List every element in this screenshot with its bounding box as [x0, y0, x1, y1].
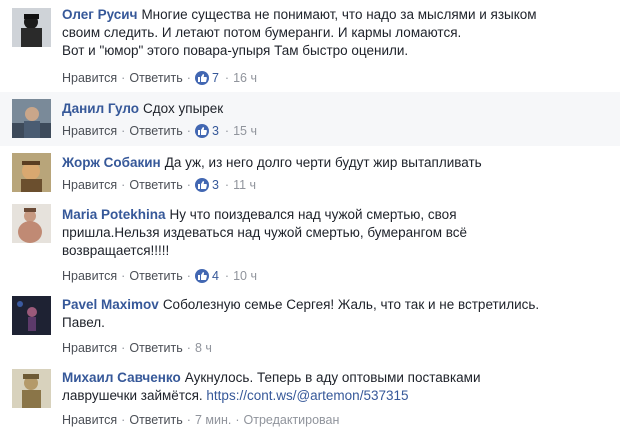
user-photo-icon [12, 153, 51, 192]
comment-text: Вот и "юмор" этого повара-упыря Там быст… [62, 43, 409, 58]
comment-author[interactable]: Pavel Maximov [62, 297, 159, 312]
edited-label[interactable]: Отредактирован [244, 413, 340, 427]
comment-text: Ну что поиздевался над чужой смертью, св… [169, 207, 457, 222]
user-photo-icon [12, 99, 51, 138]
reply-link[interactable]: Ответить [129, 269, 182, 283]
like-count[interactable]: 3 [212, 124, 219, 138]
comment: Maria Potekhina Ну что поиздевался над чу… [0, 199, 620, 289]
timestamp[interactable]: 7 мин. [195, 413, 231, 427]
like-thumb-icon [194, 71, 209, 85]
like-link[interactable]: Нравится [62, 413, 117, 427]
comment-author[interactable]: Олег Русич [62, 7, 137, 22]
like-link[interactable]: Нравится [62, 178, 117, 192]
comment-text: Соболезную семье Сергея! Жаль, что так и… [162, 297, 540, 312]
user-photo-icon [12, 369, 51, 408]
avatar[interactable] [12, 99, 51, 138]
like-count[interactable]: 7 [212, 71, 219, 85]
comment: Михаил Савченко Аукнулось. Теперь в аду о… [0, 361, 620, 433]
like-thumb-icon [194, 269, 209, 283]
like-link[interactable]: Нравится [62, 269, 117, 283]
comment: Олег Русич Многие существа не понимают, ч… [0, 0, 620, 92]
reply-link[interactable]: Ответить [129, 178, 182, 192]
comment: Жорж Собакин Да уж, из него долго черти б… [0, 146, 620, 199]
comment-text: возвращается!!!!! [62, 243, 170, 258]
reply-link[interactable]: Ответить [129, 341, 182, 355]
comment-author[interactable]: Данил Гуло [62, 101, 139, 116]
user-photo-icon [12, 8, 51, 47]
avatar[interactable] [12, 204, 51, 243]
comment-author[interactable]: Михаил Савченко [62, 370, 181, 385]
comment-text: лаврушечки займётся. [62, 388, 203, 403]
like-thumb-icon [194, 124, 209, 138]
reply-link[interactable]: Ответить [129, 124, 182, 138]
comment-author[interactable]: Maria Potekhina [62, 207, 166, 222]
comment-text: Сдох упырек [143, 101, 224, 116]
like-count[interactable]: 3 [212, 178, 219, 192]
timestamp[interactable]: 10 ч [233, 269, 257, 283]
comment-text: Да уж, из него долго черти будут жир выт… [164, 155, 482, 170]
reply-link[interactable]: Ответить [129, 71, 182, 85]
like-count[interactable]: 4 [212, 269, 219, 283]
avatar[interactable] [12, 369, 51, 408]
comment-text: Многие существа не понимают, что надо за… [141, 7, 537, 22]
like-link[interactable]: Нравится [62, 341, 117, 355]
timestamp[interactable]: 11 ч [233, 178, 256, 192]
avatar[interactable] [12, 153, 51, 192]
comment: Данил Гуло Сдох упырек Нравится · Ответит… [0, 92, 620, 146]
reply-link[interactable]: Ответить [129, 413, 182, 427]
comment: Pavel Maximov Соболезную семье Сергея! Жа… [0, 289, 620, 361]
comment-text: пришла.Нельзя издеваться над чужой смерт… [62, 225, 468, 240]
timestamp[interactable]: 15 ч [233, 124, 257, 138]
user-photo-icon [12, 204, 51, 243]
comment-link[interactable]: https://cont.ws/@artemon/537315 [206, 388, 408, 403]
avatar[interactable] [12, 8, 51, 47]
like-link[interactable]: Нравится [62, 71, 117, 85]
comment-author[interactable]: Жорж Собакин [62, 155, 161, 170]
comment-text: своим следить. И летают потом бумеранги.… [62, 25, 462, 40]
like-link[interactable]: Нравится [62, 124, 117, 138]
comments-feed: Олег Русич Многие существа не понимают, ч… [0, 0, 620, 433]
user-photo-icon [12, 296, 51, 335]
comment-text: Аукнулось. Теперь в аду оптовыми поставк… [184, 370, 481, 385]
avatar[interactable] [12, 296, 51, 335]
comment-text: Павел. [62, 315, 105, 330]
timestamp[interactable]: 8 ч [195, 341, 212, 355]
like-thumb-icon [194, 178, 209, 192]
timestamp[interactable]: 16 ч [233, 71, 257, 85]
